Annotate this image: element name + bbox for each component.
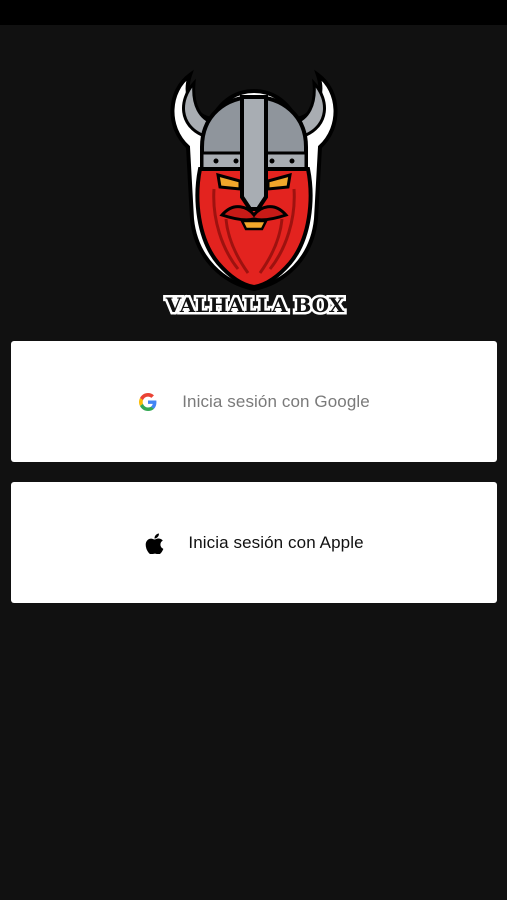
svg-text:VALHALLA BOX: VALHALLA BOX [165, 293, 345, 317]
apple-logo-icon [144, 532, 164, 554]
status-bar [0, 0, 507, 25]
login-screen: VALHALLA BOX Inicia sesión con Google In… [0, 25, 507, 900]
viking-logo [162, 69, 346, 319]
google-sign-in-button[interactable]: Inicia sesión con Google [11, 341, 497, 462]
brand-wordmark: VALHALLA BOX [160, 289, 350, 320]
google-g-icon [138, 392, 158, 412]
google-sign-in-label: Inicia sesión con Google [182, 391, 370, 411]
apple-sign-in-label: Inicia sesión con Apple [188, 532, 364, 552]
apple-sign-in-button[interactable]: Inicia sesión con Apple [11, 482, 497, 603]
